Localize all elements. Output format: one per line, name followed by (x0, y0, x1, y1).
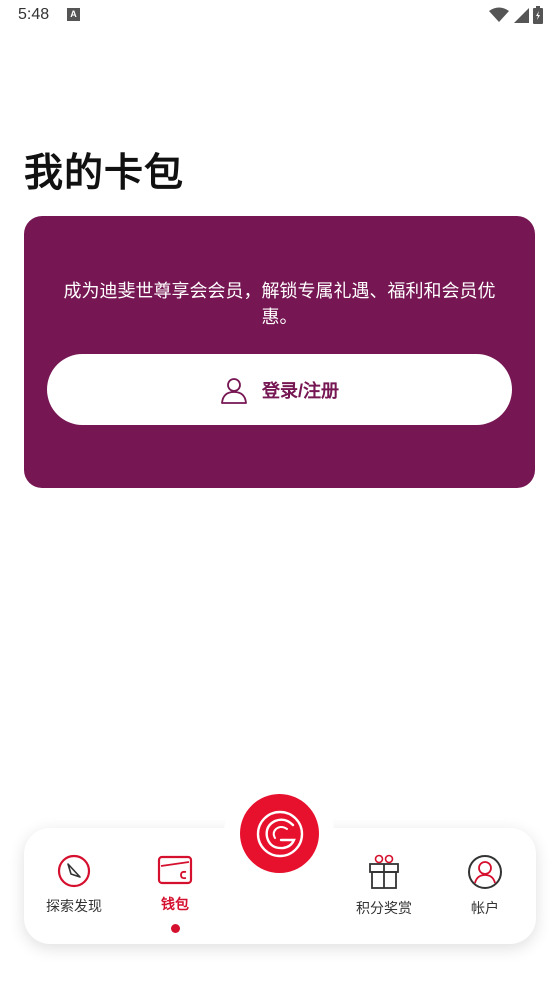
member-card: 成为迪斐世尊享会会员，解锁专属礼遇、福利和会员优惠。 登录/注册 (24, 216, 535, 488)
status-time: 5:48 (18, 6, 50, 23)
login-register-button[interactable]: 登录/注册 (47, 354, 512, 425)
tab-explore-label: 探索发现 (46, 899, 102, 915)
notification-a-icon: A (67, 8, 80, 21)
user-icon (221, 377, 247, 404)
battery-icon (533, 6, 543, 24)
tab-wallet-label: 钱包 (161, 897, 189, 913)
wallet-icon (157, 855, 193, 885)
center-brand-button[interactable] (240, 794, 319, 873)
status-bar: 5:48 A (0, 0, 559, 32)
gift-icon (369, 854, 399, 889)
tab-account-label: 帐户 (471, 901, 499, 917)
wifi-icon (489, 7, 509, 22)
signal-icon (514, 8, 529, 23)
tab-account[interactable]: 帐户 (437, 854, 533, 934)
login-register-label: 登录/注册 (261, 380, 339, 401)
tab-wallet[interactable]: 钱包 (127, 854, 223, 934)
tab-rewards[interactable]: 积分奖赏 (336, 854, 432, 934)
tab-rewards-label: 积分奖赏 (356, 901, 412, 917)
brand-logo-icon (256, 810, 303, 857)
active-tab-indicator (171, 924, 180, 933)
tab-explore[interactable]: 探索发现 (26, 854, 122, 934)
member-promo-text: 成为迪斐世尊享会会员，解锁专属礼遇、福利和会员优惠。 (63, 281, 496, 328)
status-icons (489, 6, 543, 24)
compass-icon (57, 854, 91, 888)
account-icon (468, 855, 502, 889)
page-title: 我的卡包 (24, 151, 185, 196)
